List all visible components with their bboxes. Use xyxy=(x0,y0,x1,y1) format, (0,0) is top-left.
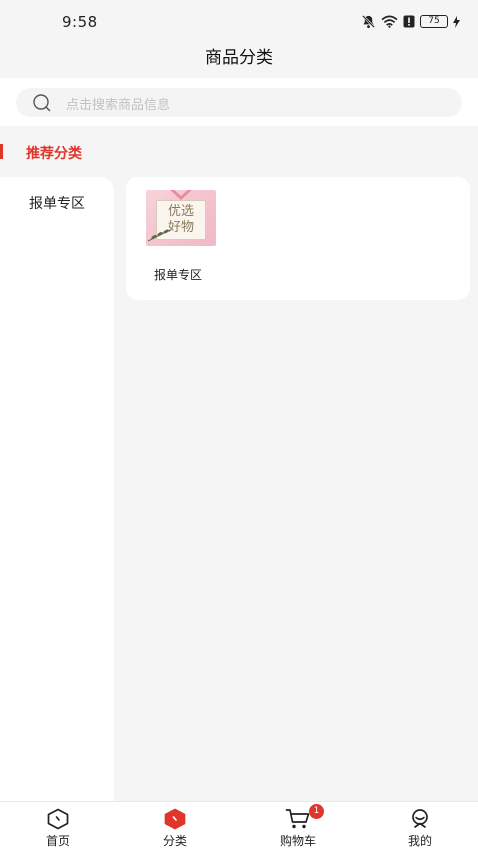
cart-badge: 1 xyxy=(309,804,324,819)
page-title: 商品分类 xyxy=(205,48,273,68)
home-icon xyxy=(47,808,69,830)
leaf-icon xyxy=(148,229,170,242)
product-label[interactable]: 报单专区 xyxy=(154,266,202,283)
status-time: 9:58 xyxy=(62,13,98,31)
search-placeholder: 点击搜索商品信息 xyxy=(66,98,171,113)
category-content-card: 优选 好物 报单专区 xyxy=(126,177,470,300)
nav-label-cart: 购物车 xyxy=(279,834,316,848)
nav-label-home: 首页 xyxy=(45,834,70,848)
nav-item-home[interactable]: 首页 xyxy=(13,802,103,850)
product-image[interactable]: 优选 好物 xyxy=(146,190,216,246)
search-icon xyxy=(33,94,51,112)
category-icon xyxy=(164,808,186,830)
nav-label-category: 分类 xyxy=(162,834,187,848)
sidebar-item-report[interactable]: 报单专区 xyxy=(0,191,114,217)
nav-item-cart[interactable]: 1 购物车 xyxy=(253,802,343,850)
bottom-nav: 首页 分类 1 购物车 我的 xyxy=(0,801,478,850)
nav-label-profile: 我的 xyxy=(407,834,432,848)
page-header: 商品分类 xyxy=(0,44,478,78)
nav-item-profile[interactable]: 我的 xyxy=(375,802,465,850)
nav-item-category[interactable]: 分类 xyxy=(130,802,220,850)
status-icons: 75 xyxy=(361,14,460,29)
wifi-icon xyxy=(381,15,398,28)
mute-bell-icon xyxy=(362,15,375,29)
search-bar: 点击搜索商品信息 xyxy=(0,78,478,126)
cart-icon xyxy=(285,809,310,829)
status-bar: 9:58 75 xyxy=(0,0,478,44)
profile-icon xyxy=(412,809,428,828)
section-title: 推荐分类 xyxy=(0,140,200,164)
section-indicator xyxy=(0,144,3,159)
alert-icon xyxy=(403,15,415,28)
section-title-text: 推荐分类 xyxy=(26,146,82,162)
search-input[interactable]: 点击搜索商品信息 xyxy=(16,88,462,117)
battery-icon: 75 xyxy=(420,15,448,28)
category-sidebar: 报单专区 xyxy=(0,177,114,801)
charging-icon xyxy=(453,15,460,28)
